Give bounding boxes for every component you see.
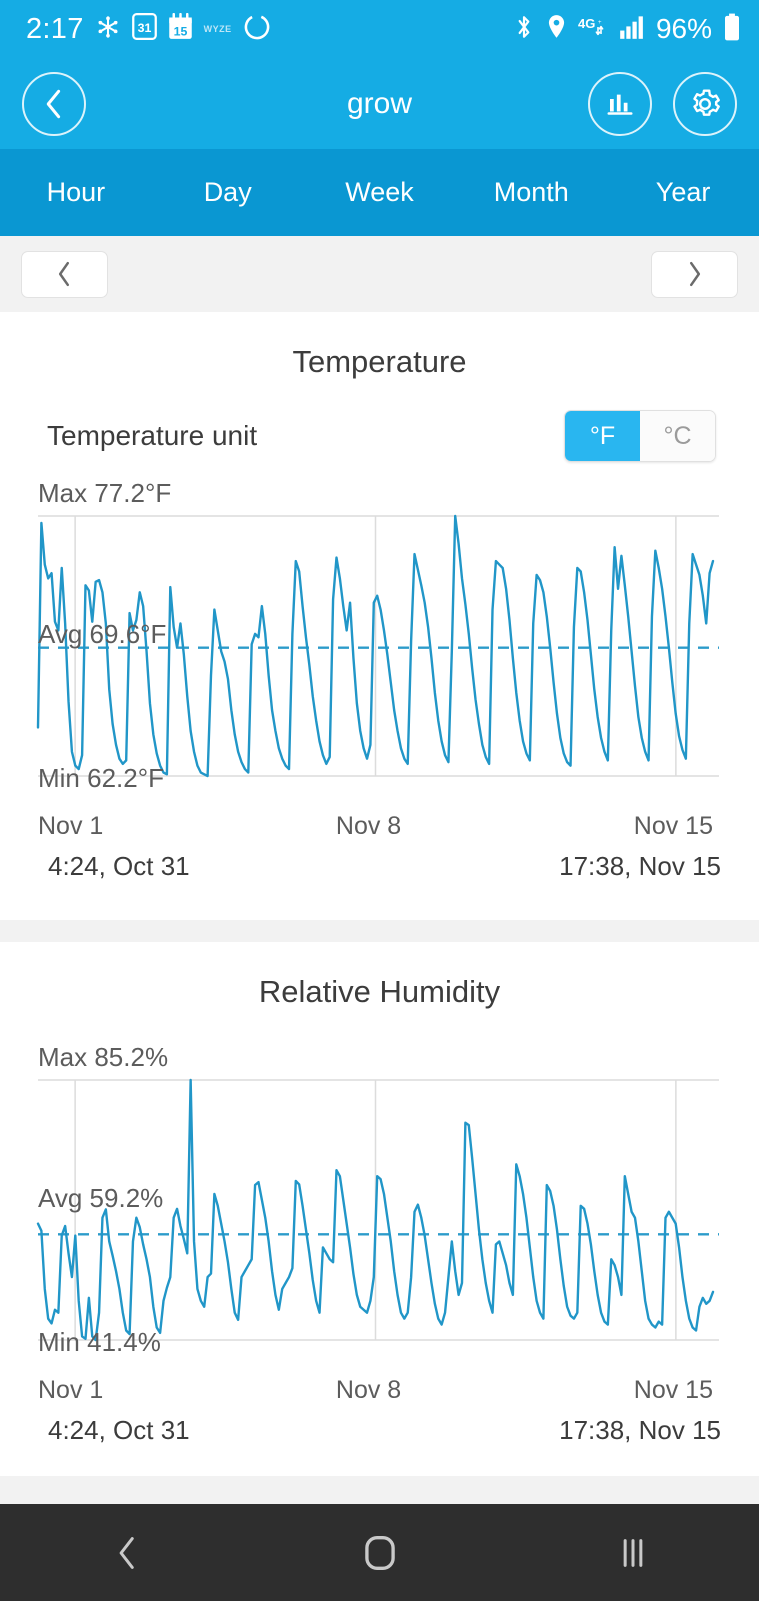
- humidity-chart-svg: [36, 1078, 719, 1342]
- humidity-x-axis: Nov 1 Nov 8 Nov 15: [38, 1370, 713, 1405]
- humidity-xtick-1: Nov 8: [335, 1376, 402, 1404]
- chevron-right-icon: [690, 261, 701, 287]
- humidity-xtick-0: Nov 1: [38, 1376, 104, 1404]
- wyze-icon: WYZE: [203, 24, 232, 34]
- status-bar-right: 4G + 96%: [513, 13, 741, 46]
- chevron-left-icon: [46, 89, 61, 118]
- 4g-data-icon: 4G +: [578, 14, 608, 45]
- bluetooth-icon: [513, 14, 535, 45]
- status-time: 2:17: [26, 12, 84, 45]
- snowflake-icon: [95, 14, 121, 45]
- android-home-button[interactable]: [320, 1504, 440, 1601]
- svg-text:4G: 4G: [578, 16, 595, 31]
- temperature-unit-toggle[interactable]: °F °C: [564, 410, 716, 462]
- temperature-unit-row: Temperature unit °F °C: [0, 384, 759, 476]
- svg-text:+: +: [598, 20, 602, 26]
- android-back-icon: [119, 1536, 134, 1569]
- temperature-xtick-2: Nov 15: [633, 812, 713, 840]
- calendar-15-icon: 15: [168, 12, 193, 45]
- humidity-range-end: 17:38, Nov 15: [559, 1415, 721, 1445]
- humidity-xtick-2: Nov 15: [633, 1376, 713, 1404]
- tab-month[interactable]: Month: [455, 179, 607, 206]
- temperature-range-row: 4:24, Oct 31 17:38, Nov 15: [0, 841, 759, 912]
- temperature-unit-label: Temperature unit: [47, 420, 258, 451]
- signal-bars-icon: [619, 14, 645, 45]
- status-bar: 2:17 31 15 WYZE 4G + 96%: [0, 0, 759, 58]
- battery-percent-label: 96%: [655, 13, 712, 44]
- android-recents-button[interactable]: [573, 1504, 693, 1601]
- period-tabs: Hour Day Week Month Year: [0, 149, 759, 236]
- unit-option-fahrenheit[interactable]: °F: [565, 411, 640, 461]
- humidity-chart[interactable]: Max 85.2% Avg 59.2% Min 41.4%: [0, 1040, 759, 1370]
- temperature-chart-svg: [36, 514, 719, 778]
- temperature-chart[interactable]: Max 77.2°F Avg 69.6°F Min 62.2°F: [0, 476, 759, 806]
- status-bar-left: 2:17 31 15 WYZE: [26, 12, 271, 46]
- tab-hour[interactable]: Hour: [0, 179, 152, 206]
- temperature-range-end: 17:38, Nov 15: [559, 851, 721, 881]
- temperature-title: Temperature: [292, 344, 467, 379]
- unit-option-celsius[interactable]: °C: [640, 411, 715, 461]
- android-navigation-bar: [0, 1504, 759, 1601]
- sim-calendar-31-icon: 31: [131, 13, 157, 45]
- humidity-title: Relative Humidity: [258, 974, 501, 1009]
- chart-button[interactable]: [588, 71, 652, 136]
- tab-year[interactable]: Year: [607, 179, 759, 206]
- bar-chart-icon: [607, 94, 633, 115]
- range-navigation: [0, 236, 759, 312]
- tab-day[interactable]: Day: [152, 179, 304, 206]
- app-bar-actions: [588, 71, 737, 136]
- back-button[interactable]: [22, 71, 86, 136]
- bixby-circle-icon: [243, 13, 271, 46]
- phone-screen: 2:17 31 15 WYZE 4G + 96% grow Hour Day W…: [0, 0, 759, 1601]
- settings-button[interactable]: [673, 71, 737, 136]
- battery-icon: [723, 13, 741, 46]
- android-home-icon: [364, 1535, 395, 1570]
- temperature-xtick-0: Nov 1: [38, 812, 104, 840]
- chevron-left-icon: [58, 261, 69, 287]
- android-back-button[interactable]: [67, 1504, 187, 1601]
- humidity-card: Relative Humidity Max 85.2% Avg 59.2% Mi…: [0, 942, 759, 1476]
- next-period-button[interactable]: [651, 250, 738, 298]
- android-recents-icon: [623, 1538, 642, 1567]
- temperature-x-axis: Nov 1 Nov 8 Nov 15: [38, 806, 713, 841]
- humidity-range-start: 4:24, Oct 31: [48, 1415, 190, 1445]
- card-divider: [0, 920, 759, 942]
- temperature-range-start: 4:24, Oct 31: [48, 851, 190, 881]
- previous-period-button[interactable]: [21, 250, 108, 298]
- temperature-xtick-1: Nov 8: [335, 812, 402, 840]
- humidity-range-row: 4:24, Oct 31 17:38, Nov 15: [0, 1405, 759, 1476]
- location-pin-icon: [546, 14, 567, 45]
- svg-text:31: 31: [137, 21, 151, 35]
- app-bar: grow: [0, 58, 759, 149]
- temperature-card: Temperature Temperature unit °F °C Max 7…: [0, 312, 759, 920]
- gear-icon: [693, 88, 720, 116]
- content-scroll-area[interactable]: Temperature Temperature unit °F °C Max 7…: [0, 312, 759, 1504]
- tab-week[interactable]: Week: [304, 179, 456, 206]
- svg-text:15: 15: [173, 25, 187, 39]
